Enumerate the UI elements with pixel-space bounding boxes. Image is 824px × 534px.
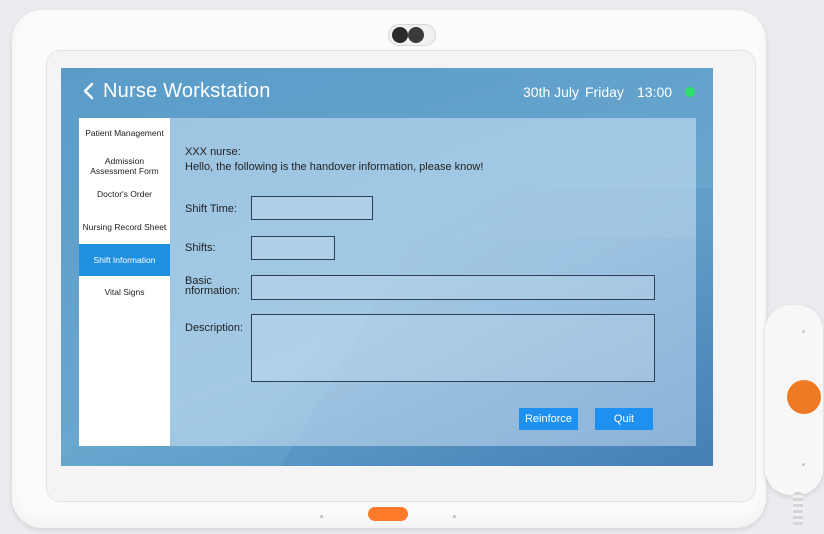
time-label: 13:00 <box>637 84 673 100</box>
handset-dot <box>802 463 805 466</box>
sidebar-nav: Patient Management Admission Assessment … <box>79 118 170 446</box>
sidebar-item-patient-management[interactable]: Patient Management <box>79 128 170 138</box>
chevron-left-icon[interactable] <box>81 82 95 100</box>
call-button[interactable] <box>787 380 821 414</box>
weekday-label: Friday <box>585 84 624 100</box>
greeting-text: XXX nurse: <box>185 146 241 158</box>
quit-button[interactable]: Quit <box>595 408 653 430</box>
shifts-label: Shifts: <box>185 242 216 254</box>
handover-message: Hello, the following is the handover inf… <box>185 161 484 173</box>
call-handset <box>765 305 823 495</box>
shift-info-panel: XXX nurse: Hello, the following is the h… <box>170 118 696 446</box>
sidebar-item-doctors-order[interactable]: Doctor's Order <box>79 189 170 199</box>
speaker-dot <box>320 515 323 518</box>
top-bar: Nurse Workstation 30th July Friday 13:00 <box>61 68 713 116</box>
basic-label-line2: nformation: <box>185 285 241 297</box>
sidebar-item-nursing-record[interactable]: Nursing Record Sheet <box>79 222 170 232</box>
home-button[interactable] <box>368 507 408 521</box>
camera-shutter <box>408 27 424 43</box>
basic-information-label: Basic nformation: <box>185 276 241 297</box>
page-title: Nurse Workstation <box>103 80 271 102</box>
speaker-dot <box>453 515 456 518</box>
camera-lens <box>392 27 408 43</box>
shift-time-label: Shift Time: <box>185 203 237 215</box>
shift-time-input[interactable] <box>251 196 373 220</box>
handset-cord <box>793 492 803 526</box>
basic-information-input[interactable] <box>251 275 655 300</box>
status-indicator <box>685 87 695 97</box>
description-textarea[interactable] <box>251 314 655 382</box>
sidebar-item-vital-signs[interactable]: Vital Signs <box>79 287 170 297</box>
app-screen: Nurse Workstation 30th July Friday 13:00… <box>61 68 713 466</box>
sidebar-item-admission-assessment[interactable]: Admission Assessment Form <box>79 156 170 178</box>
sidebar-item-shift-information[interactable]: Shift Information <box>79 244 170 276</box>
date-label: 30th July <box>523 84 580 100</box>
handset-dot <box>802 330 805 333</box>
camera-icon <box>388 24 436 46</box>
description-label: Description: <box>185 322 244 334</box>
reinforce-button[interactable]: Reinforce <box>519 408 578 430</box>
shifts-input[interactable] <box>251 236 335 260</box>
